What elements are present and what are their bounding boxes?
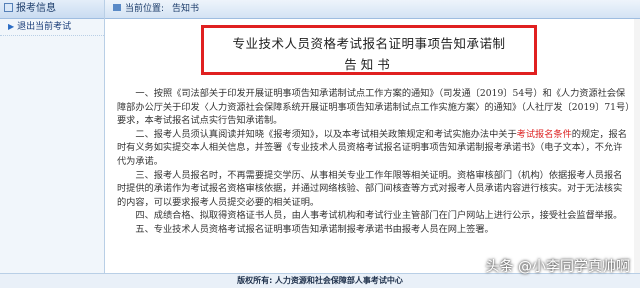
paragraph-5: 五、专业技术人员资格考试报名证明事项告知承诺制报考承诺书由报考人员在网上签署。 [135,223,494,235]
scrollbar[interactable] [634,19,640,274]
notice-body: 一、按照《司法部关于印发开展证明事项告知承诺制试点工作方案的通知》（司发通〔20… [117,87,631,237]
notice-content: 专业技术人员资格考试报名证明事项告知承诺制 告知书 一、按照《司法部关于印发开展… [105,19,640,274]
notice-title-box: 专业技术人员资格考试报名证明事项告知承诺制 告知书 [201,25,537,75]
sidebar-item-exit-exam[interactable]: ▶ 退出当前考试 [0,19,104,36]
exam-conditions-link[interactable]: 考试报名条件 [517,129,572,140]
footer-label: 版权所有: [237,276,273,285]
footer-org: 人力资源和社会保障部人事考试中心 [274,276,403,285]
notice-title: 专业技术人员资格考试报名证明事项告知承诺制 [232,36,506,51]
paragraph-4: 四、成绩合格、拟取得资格证书人员，由人事考试机构和考试行业主管部门在门户网站上进… [135,210,623,222]
sidebar-header-label: 报考信息 [16,3,56,14]
watermark: 头条 @小李同学真帅啊 [485,259,630,275]
notice-subtitle: 告知书 [344,57,394,72]
sidebar-item-label: 退出当前考试 [17,22,72,32]
arrow-right-icon: ▶ [8,22,15,31]
breadcrumb: 当前位置: 告知书 [105,0,640,19]
sidebar-header: 报考信息 [0,0,104,19]
sidebar: 报考信息 ▶ 退出当前考试 [0,0,105,288]
paragraph-1: 一、按照《司法部关于印发开展证明事项告知承诺制试点工作方案的通知》（司发通〔20… [117,88,630,127]
paragraph-2-start: 二、报考人员须认真阅读并知晓《报考须知》，以及本考试相关政策规定和考试实施办法中… [135,128,517,140]
breadcrumb-prefix: 当前位置: [125,4,165,14]
paragraph-3: 三、报考人员报名时，不再需要提交学历、从事相关专业工作年限等相关证明。资格审核部… [117,169,623,208]
paragraph-2: 二、报考人员须认真阅读并知晓《报考须知》，以及本考试相关政策规定和考试实施办法中… [117,128,631,169]
panel-icon [4,3,13,12]
breadcrumb-current: 告知书 [172,4,200,14]
home-icon [113,4,121,11]
